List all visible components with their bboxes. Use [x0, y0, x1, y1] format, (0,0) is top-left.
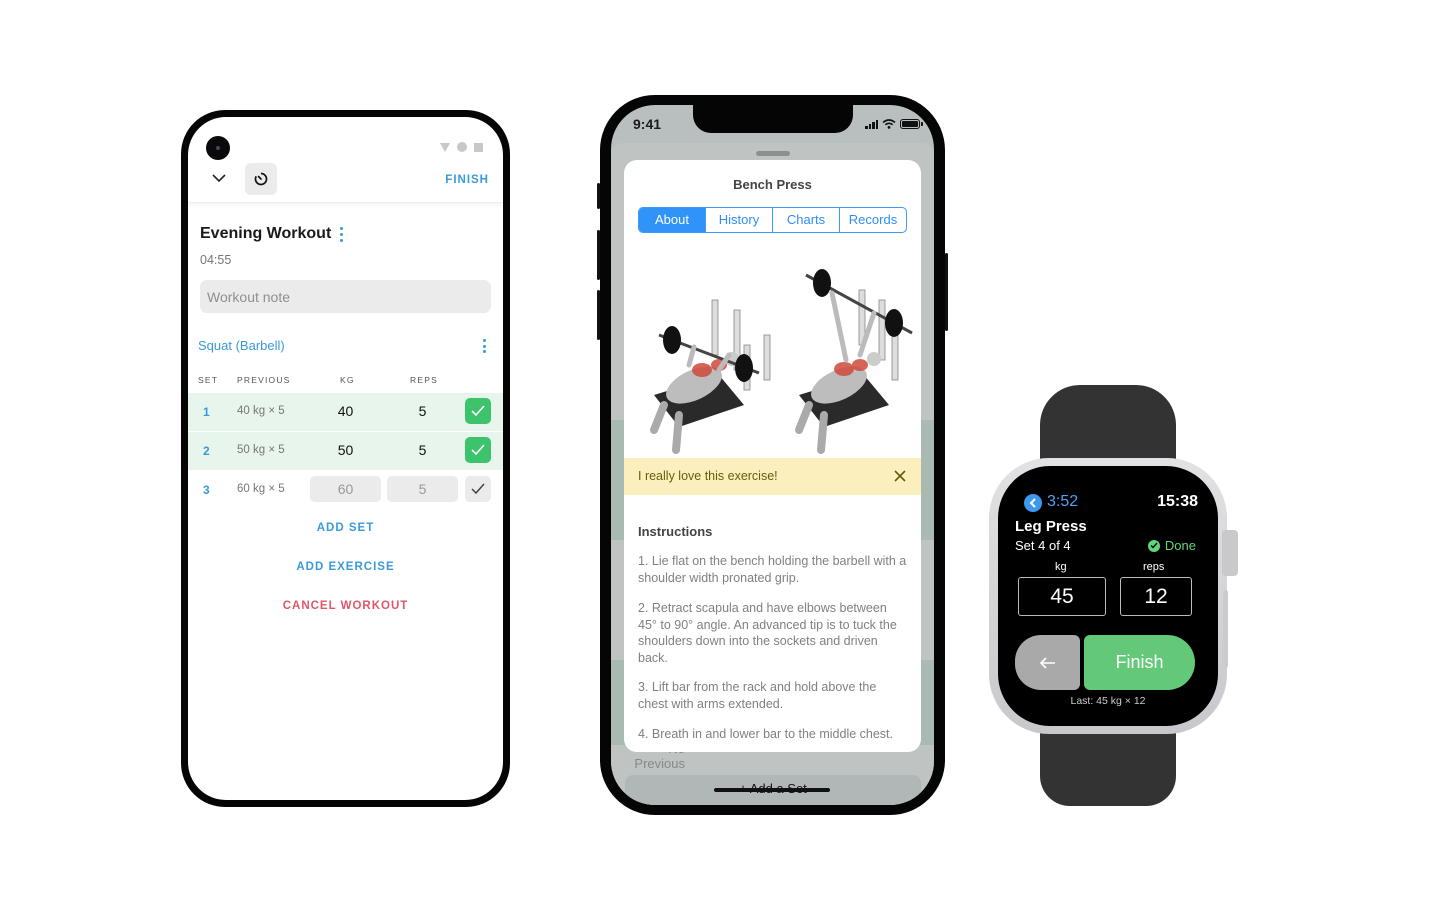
- set-number: 2: [203, 444, 210, 458]
- reps-picker[interactable]: 12: [1120, 577, 1192, 616]
- previous-set-button[interactable]: [1015, 635, 1080, 690]
- exercise-note-banner: I really love this exercise!: [624, 458, 921, 495]
- tab-records[interactable]: Records: [839, 208, 906, 232]
- arrow-left-icon: [1039, 656, 1055, 669]
- chevron-down-icon[interactable]: [212, 171, 226, 185]
- set-progress: Set 4 of 4: [1015, 538, 1071, 553]
- column-header-kg: KG: [340, 375, 355, 385]
- check-icon: [471, 444, 485, 456]
- status-bar: [865, 119, 923, 129]
- camera-cutout: [206, 136, 230, 160]
- wifi-icon: [440, 142, 450, 152]
- chevron-left-icon: [1029, 498, 1036, 508]
- home-indicator[interactable]: [714, 788, 830, 792]
- check-icon: [471, 405, 485, 417]
- back-button[interactable]: [1024, 494, 1042, 512]
- tab-about[interactable]: About: [639, 208, 705, 232]
- wifi-icon: [882, 119, 896, 129]
- kg-input[interactable]: 50: [310, 437, 381, 463]
- volume-up-button: [597, 230, 600, 280]
- timer-icon: [254, 172, 268, 186]
- reps-input[interactable]: 5: [387, 398, 458, 424]
- instruction-step: 1. Lie flat on the bench holding the bar…: [638, 554, 907, 585]
- illustration-end-position: [795, 269, 913, 454]
- clock: 15:38: [1157, 493, 1198, 510]
- previous-value[interactable]: 60 kg × 5: [237, 483, 285, 495]
- instruction-step: 4. Breath in and lower bar to the middle…: [638, 727, 894, 741]
- kg-input[interactable]: 60: [310, 476, 381, 502]
- tab-history[interactable]: History: [705, 208, 772, 232]
- reps-label: reps: [1143, 561, 1165, 573]
- status-time: 9:41: [633, 116, 662, 132]
- kg-picker[interactable]: 45: [1018, 577, 1106, 616]
- signal-icon: [865, 119, 878, 129]
- previous-value[interactable]: 40 kg × 5: [237, 405, 285, 417]
- segmented-control: About History Charts Records: [638, 207, 907, 233]
- instruction-step: 3. Lift bar from the rack and hold above…: [638, 680, 877, 711]
- exercise-name: Leg Press: [1015, 518, 1087, 535]
- cancel-workout-button[interactable]: CANCEL WORKOUT: [188, 600, 503, 612]
- check-circle-icon: [1147, 539, 1160, 552]
- complete-set-button[interactable]: [465, 437, 491, 463]
- complete-set-button[interactable]: [465, 398, 491, 424]
- kg-label: kg: [1055, 561, 1067, 573]
- set-row: 1 40 kg × 5 40 5: [188, 393, 503, 431]
- iphone: 9:41 No Previous + Add a Set Bench Press…: [597, 95, 948, 815]
- rest-timer-button[interactable]: [245, 163, 277, 195]
- workout-title[interactable]: Evening Workout: [200, 225, 331, 243]
- finish-button[interactable]: FINISH: [445, 174, 489, 186]
- set-number: 1: [203, 405, 210, 419]
- workout-elapsed-time: 04:55: [200, 253, 232, 267]
- power-button: [945, 253, 948, 331]
- illustration-start-position: [650, 299, 771, 454]
- exercise-name[interactable]: Squat (Barbell): [198, 338, 285, 353]
- more-vertical-icon[interactable]: [340, 227, 344, 242]
- rest-timer: 3:52: [1047, 493, 1079, 510]
- signal-icon: [457, 142, 467, 152]
- kg-input[interactable]: 40: [310, 398, 381, 424]
- done-status: Done: [1147, 538, 1196, 553]
- app-showcase: FINISH Evening Workout 04:55 Squat (Barb…: [0, 0, 1456, 910]
- status-bar: [440, 142, 483, 152]
- workout-toolbar: FINISH: [188, 159, 503, 203]
- column-header-previous: PREVIOUS: [237, 375, 291, 385]
- mute-switch: [597, 183, 600, 209]
- notch: [693, 105, 853, 133]
- set-row: 3 60 kg × 5 60 5: [188, 471, 503, 509]
- sheet-title: Bench Press: [733, 177, 812, 192]
- sheet-grabber[interactable]: [756, 151, 790, 156]
- iphone-screen: 9:41 No Previous + Add a Set Bench Press…: [611, 105, 934, 805]
- exercise-detail-sheet: Bench Press About History Charts Records: [624, 160, 921, 752]
- watch-screen: 3:52 15:38 Leg Press Set 4 of 4 Done kg …: [998, 466, 1218, 726]
- note-text: I really love this exercise!: [638, 469, 778, 483]
- instruction-step: 2. Retract scapula and have elbows betwe…: [638, 601, 897, 665]
- more-vertical-icon[interactable]: [483, 339, 487, 353]
- battery-icon: [900, 119, 923, 129]
- set-row: 2 50 kg × 5 50 5: [188, 432, 503, 470]
- add-set-button[interactable]: ADD SET: [188, 522, 503, 534]
- digital-crown[interactable]: [1222, 530, 1238, 576]
- android-phone: FINISH Evening Workout 04:55 Squat (Barb…: [181, 110, 510, 807]
- bench-press-illustration: [650, 269, 913, 454]
- battery-icon: [474, 142, 483, 152]
- side-button[interactable]: [1223, 590, 1228, 668]
- column-header-set: SET: [198, 375, 219, 385]
- instructions-heading: Instructions: [638, 524, 713, 539]
- reps-input[interactable]: 5: [387, 437, 458, 463]
- android-screen: FINISH Evening Workout 04:55 Squat (Barb…: [188, 117, 503, 800]
- complete-set-button[interactable]: [465, 476, 491, 502]
- set-number: 3: [203, 483, 210, 497]
- close-icon[interactable]: [893, 469, 907, 483]
- volume-down-button: [597, 290, 600, 340]
- tab-charts[interactable]: Charts: [772, 208, 839, 232]
- column-header-reps: REPS: [410, 375, 438, 385]
- last-set-info: Last: 45 kg × 12: [1070, 695, 1146, 707]
- check-icon: [471, 483, 485, 495]
- previous-value[interactable]: 50 kg × 5: [237, 444, 285, 456]
- add-exercise-button[interactable]: ADD EXERCISE: [188, 561, 503, 573]
- finish-button[interactable]: Finish: [1084, 635, 1195, 690]
- done-label: Done: [1164, 538, 1196, 553]
- reps-input[interactable]: 5: [387, 476, 458, 502]
- workout-note-input[interactable]: [200, 280, 491, 313]
